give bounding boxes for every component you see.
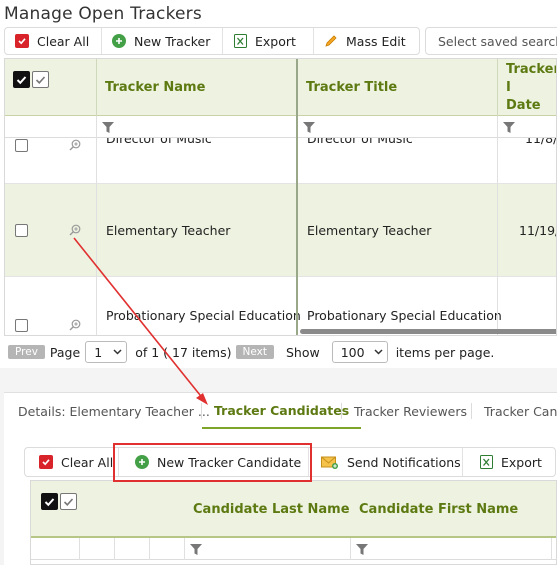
new-tracker-label: New Tracker <box>134 33 211 49</box>
next-page-button[interactable]: Next <box>235 345 274 359</box>
candidates-grid-header: Candidate Last Name Candidate First Name <box>31 481 556 538</box>
clear-icon <box>39 455 53 469</box>
send-notifications-label: Send Notifications <box>347 454 461 470</box>
table-row[interactable]: Probationary Special Education Probation… <box>5 277 556 335</box>
page-select-value: 1 <box>94 344 103 360</box>
page-label: Page <box>49 344 81 360</box>
select-all-checkbox[interactable] <box>41 493 58 510</box>
top-toolbar: Clear All New Tracker Export Mass Edit S… <box>4 27 557 55</box>
col-candidate-first-name[interactable]: Candidate First Name <box>359 481 518 538</box>
header-select-checkboxes <box>41 493 77 510</box>
saved-search-placeholder: Select saved search <box>438 33 557 49</box>
top-toolbar-buttons: Clear All New Tracker Export Mass Edit <box>4 27 420 55</box>
show-label: Show <box>285 344 320 360</box>
chevron-down-icon <box>113 349 122 355</box>
mass-edit-button[interactable]: Mass Edit <box>314 28 419 54</box>
excel-icon <box>479 455 493 469</box>
candidates-grid: Candidate Last Name Candidate First Name <box>30 480 557 565</box>
col-tracker-date-line2: Date <box>506 97 541 113</box>
select-page-checkbox[interactable] <box>60 493 77 510</box>
chevron-down-icon <box>374 349 383 355</box>
zoom-icon[interactable] <box>69 139 81 151</box>
pencil-icon <box>324 34 338 48</box>
items-per-page-label: items per page. <box>395 344 495 360</box>
tab-tracker-reviewers[interactable]: Tracker Reviewers <box>354 393 467 429</box>
clear-all-button[interactable]: Clear All <box>5 28 102 54</box>
tracker-title-cell: Director of Music <box>307 138 413 146</box>
mass-edit-label: Mass Edit <box>346 33 406 49</box>
tracker-title-cell: Elementary Teacher <box>307 223 432 238</box>
tab-tracker-candidates[interactable]: Tracker Candidates <box>202 393 362 429</box>
details-tabs: Details: Elementary Teacher ... Tracker … <box>4 392 557 430</box>
page-select[interactable]: 1 <box>85 341 128 363</box>
plus-icon <box>112 34 126 48</box>
select-all-checkbox[interactable] <box>13 71 30 88</box>
filter-icon[interactable] <box>190 544 202 555</box>
clear-all-label: Clear All <box>37 33 90 49</box>
tracker-name-cell: Director of Music <box>106 138 212 146</box>
tab-tracker-candidate-extra[interactable]: Tracker Cand <box>484 393 557 429</box>
page-size-select[interactable]: 100 <box>331 341 388 363</box>
trackers-grid-header: Tracker Name Tracker Title Tracker I Dat… <box>5 59 556 116</box>
tab-details[interactable]: Details: Elementary Teacher ... <box>18 393 210 429</box>
horizontal-scrollbar[interactable] <box>300 329 556 334</box>
candidates-filter-row <box>31 538 556 560</box>
new-candidate-highlight-box <box>113 443 312 482</box>
tracker-date-cell: 11/8/2 <box>525 138 556 146</box>
row-checkbox[interactable] <box>15 319 28 332</box>
col-tracker-title[interactable]: Tracker Title <box>306 59 397 116</box>
table-row[interactable]: Director of Music Director of Music 11/8… <box>5 138 556 184</box>
select-page-checkbox[interactable] <box>32 71 49 88</box>
export-label: Export <box>501 454 542 470</box>
filter-icon[interactable] <box>303 122 315 133</box>
clear-all-label: Clear All <box>61 454 114 470</box>
mail-icon <box>321 455 339 469</box>
page-count-text: of 1 ( 17 items) <box>135 344 232 360</box>
tracker-name-cell: Probationary Special Education <box>106 308 301 323</box>
row-checkbox[interactable] <box>15 139 28 152</box>
trackers-rows: Director of Music Director of Music 11/8… <box>5 138 556 335</box>
col-tracker-name[interactable]: Tracker Name <box>105 59 205 116</box>
filter-icon[interactable] <box>102 122 114 133</box>
export-button[interactable]: Export <box>463 448 555 476</box>
tracker-date-cell: 11/19/2 <box>519 223 556 238</box>
trackers-filter-row <box>5 116 556 138</box>
page-title: Manage Open Trackers <box>4 4 202 24</box>
excel-icon <box>233 34 247 48</box>
tracker-name-cell: Elementary Teacher <box>106 223 231 238</box>
tracker-title-cell: Probationary Special Education <box>307 308 502 323</box>
page-size-value: 100 <box>340 344 365 360</box>
col-candidate-last-name[interactable]: Candidate Last Name <box>193 481 350 538</box>
new-tracker-button[interactable]: New Tracker <box>102 28 223 54</box>
col-tracker-date-line1: Tracker I <box>506 61 557 95</box>
zoom-icon[interactable] <box>69 224 81 236</box>
pager: Prev Page 1 of 1 ( 17 items) Next Show 1… <box>4 338 557 366</box>
zoom-icon[interactable] <box>69 319 81 331</box>
export-label: Export <box>255 33 296 49</box>
saved-search-select[interactable]: Select saved search <box>425 27 557 55</box>
trackers-grid: Tracker Name Tracker Title Tracker I Dat… <box>4 58 557 336</box>
send-notifications-button[interactable]: Send Notifications <box>309 448 463 476</box>
clear-all-button[interactable]: Clear All <box>25 448 119 476</box>
col-tracker-date[interactable]: Tracker I Date <box>506 59 557 116</box>
filter-icon[interactable] <box>356 544 368 555</box>
prev-page-button[interactable]: Prev <box>8 345 45 359</box>
filter-icon[interactable] <box>503 122 515 133</box>
clear-icon <box>15 34 29 48</box>
export-button[interactable]: Export <box>223 28 314 54</box>
table-row[interactable]: Elementary Teacher Elementary Teacher 11… <box>5 184 556 277</box>
row-checkbox[interactable] <box>15 224 28 237</box>
header-select-checkboxes <box>13 71 49 88</box>
